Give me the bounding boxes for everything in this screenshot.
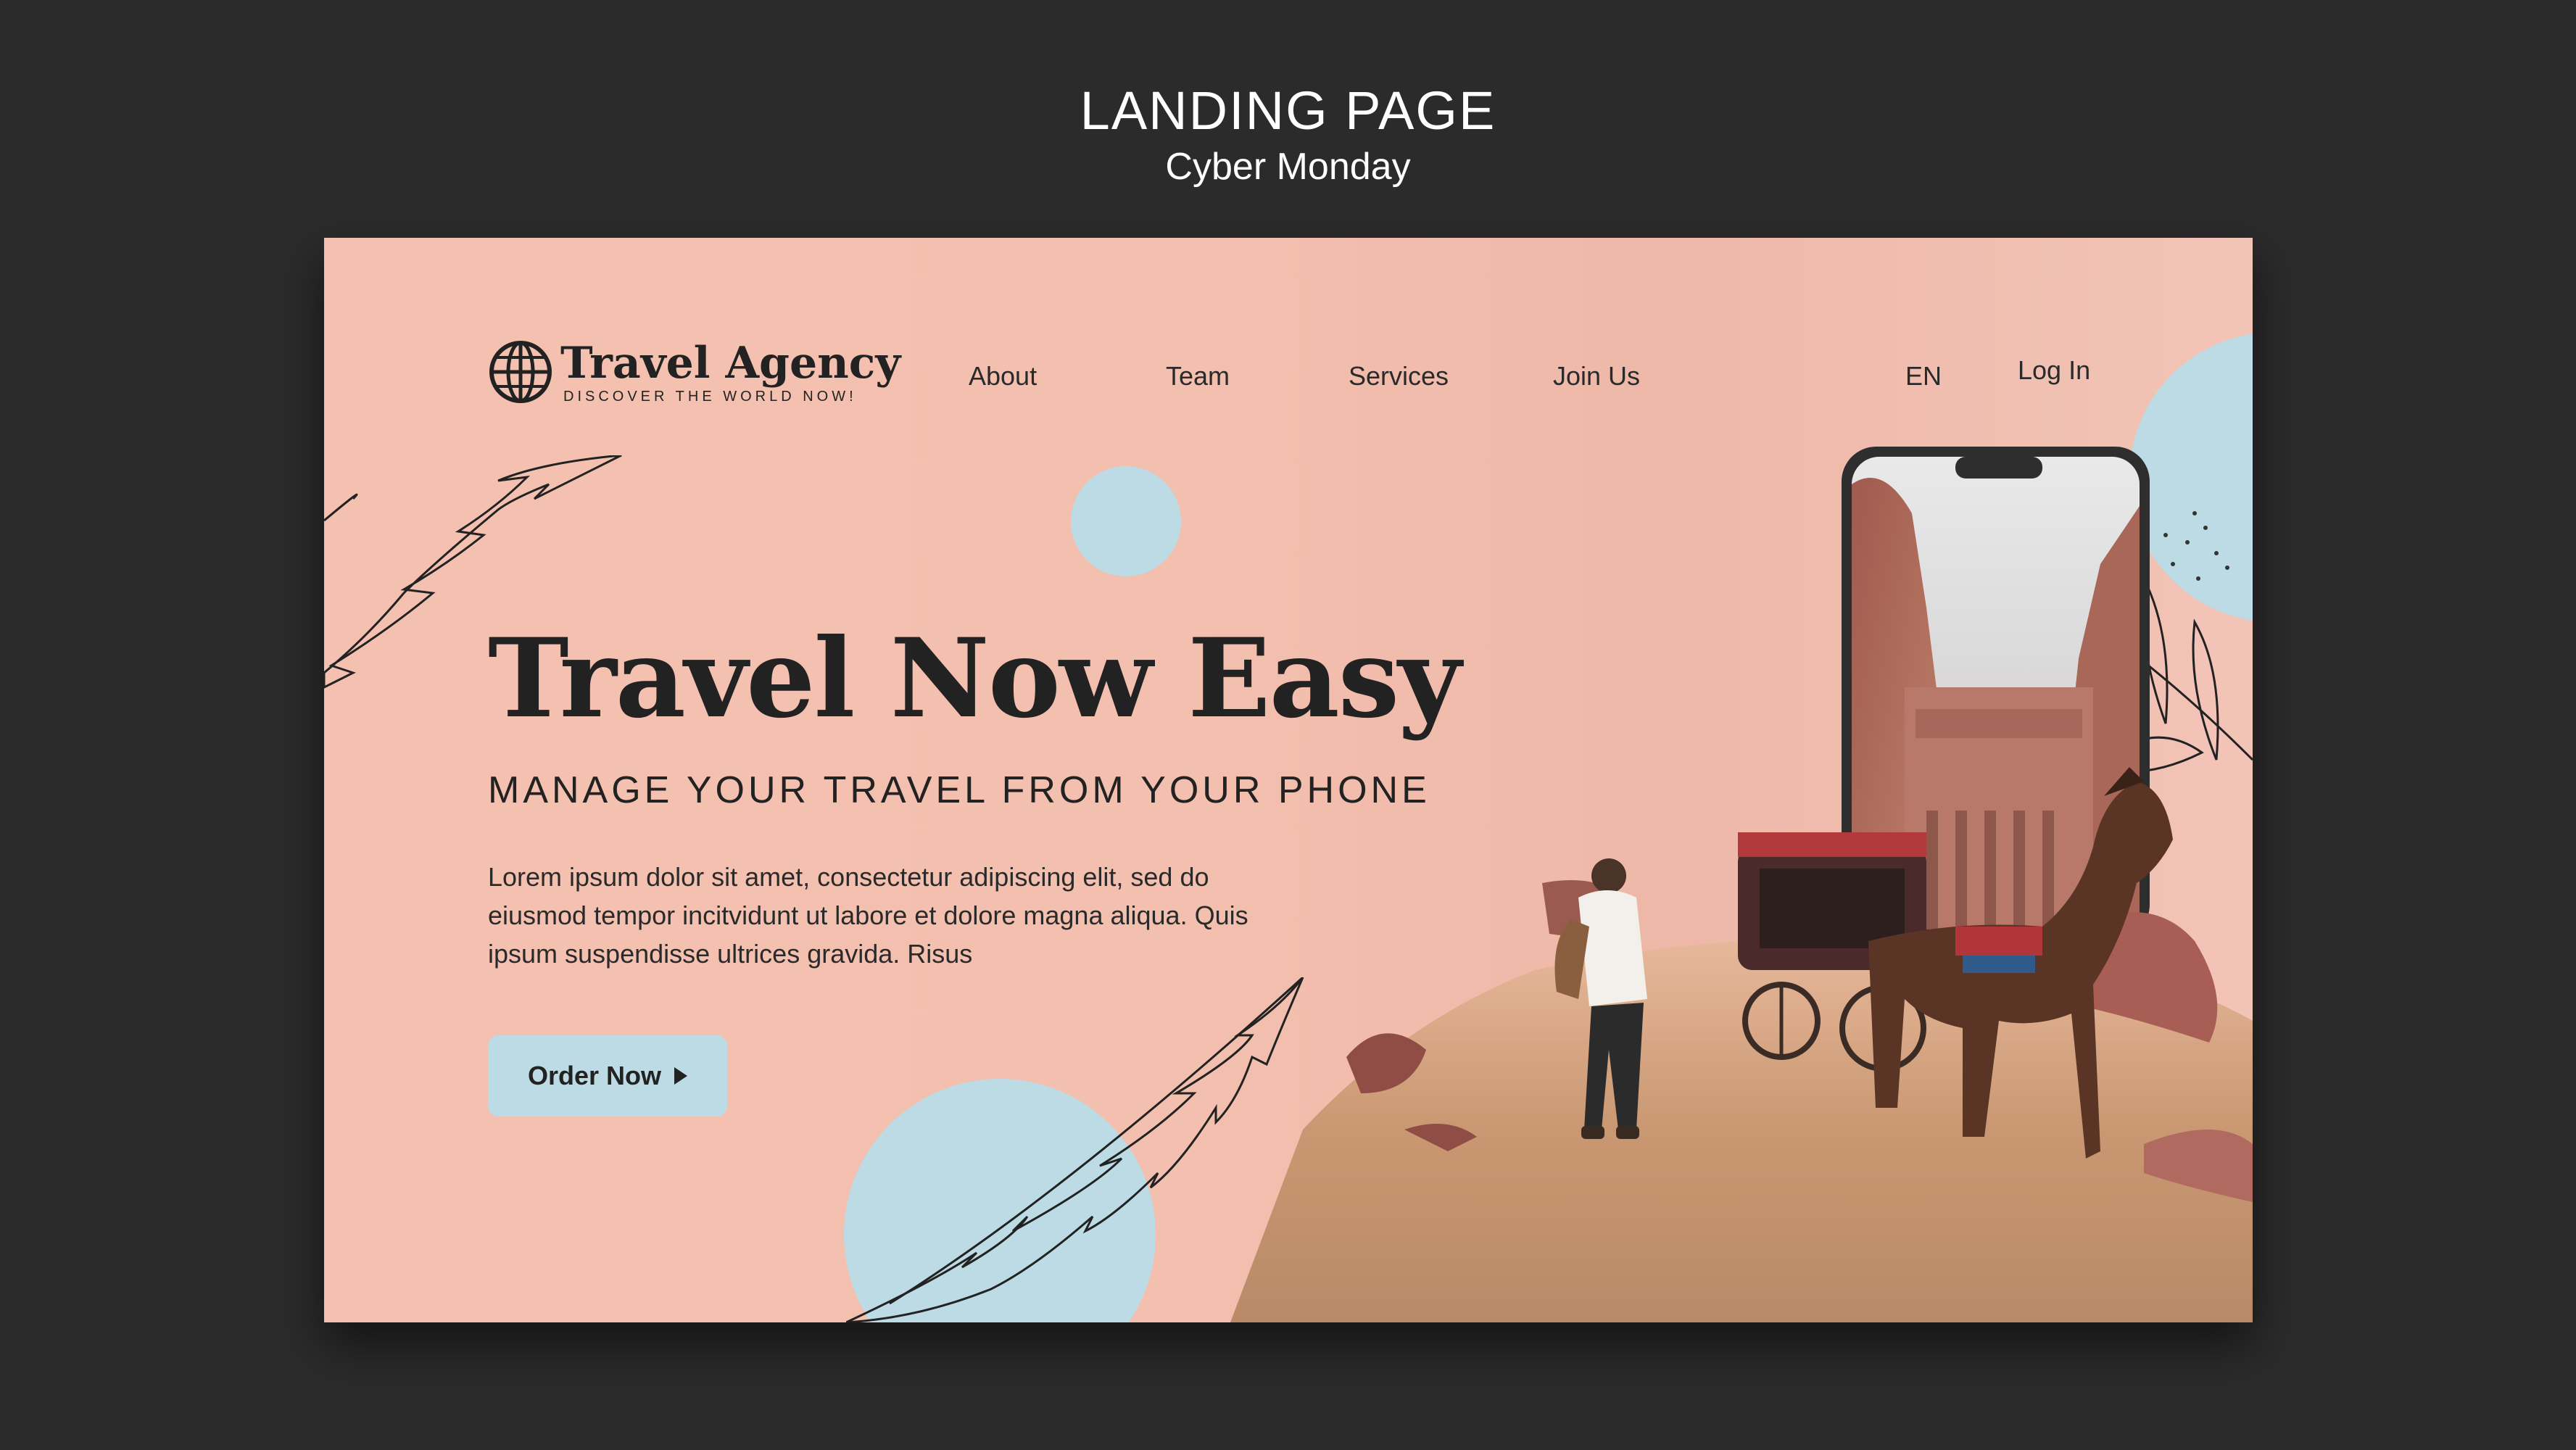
page-heading: LANDING PAGE Cyber Monday <box>0 78 2576 190</box>
landing-page-mockup: Travel Agency DISCOVER THE WORLD NOW! Ab… <box>324 238 2253 1322</box>
hero-body: Lorem ipsum dolor sit amet, consectetur … <box>488 862 1248 969</box>
globe-icon <box>489 341 552 403</box>
nav-about[interactable]: About <box>969 361 1037 392</box>
brand-name: Travel Agency <box>560 338 901 389</box>
order-now-label: Order Now <box>527 1061 662 1090</box>
brand-tagline: DISCOVER THE WORLD NOW! <box>563 389 857 405</box>
order-now-button[interactable]: Order Now <box>488 1035 727 1116</box>
play-arrow-icon <box>674 1067 688 1085</box>
phone-notch <box>1955 457 2042 478</box>
brand-logo[interactable]: Travel Agency DISCOVER THE WORLD NOW! <box>488 338 900 412</box>
language-selector[interactable]: EN <box>1905 361 1942 392</box>
hero-travel-illustration <box>1230 447 2253 1322</box>
login-link[interactable]: Log In <box>2018 355 2090 386</box>
nav-join-us[interactable]: Join Us <box>1553 361 1640 392</box>
nav-team[interactable]: Team <box>1166 361 1230 392</box>
page-heading-subtitle: Cyber Monday <box>1165 146 1411 188</box>
nav-services[interactable]: Services <box>1349 361 1449 392</box>
decor-circle-top <box>1071 466 1181 576</box>
page-heading-title: LANDING PAGE <box>1080 80 1496 141</box>
